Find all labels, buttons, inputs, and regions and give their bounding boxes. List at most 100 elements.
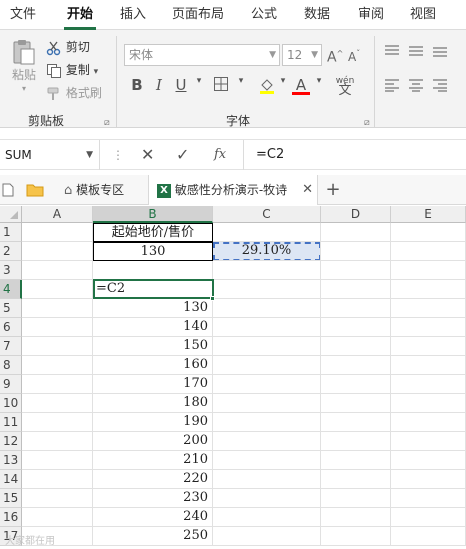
align-middle-button[interactable] (408, 44, 424, 61)
cell-b14[interactable]: 220 (93, 470, 213, 489)
cell-a2[interactable] (22, 242, 93, 261)
menu-page-layout[interactable]: 页面布局 (168, 0, 228, 30)
cell-a4[interactable] (22, 280, 93, 299)
cell-c16[interactable] (213, 508, 321, 527)
add-tab-button[interactable]: + (322, 175, 344, 205)
font-color-button[interactable]: A (292, 76, 310, 95)
cell-c1[interactable] (213, 223, 321, 242)
italic-button[interactable]: I (150, 76, 168, 94)
cell-d13[interactable] (321, 451, 391, 470)
cell-a9[interactable] (22, 375, 93, 394)
cell-c8[interactable] (213, 356, 321, 375)
cell-b12[interactable]: 200 (93, 432, 213, 451)
cell-c15[interactable] (213, 489, 321, 508)
menu-data[interactable]: 数据 (298, 0, 336, 30)
cell-c3[interactable] (213, 261, 321, 280)
cell-c7[interactable] (213, 337, 321, 356)
cut-button[interactable]: 剪切 (46, 38, 90, 56)
cell-b10[interactable]: 180 (93, 394, 213, 413)
column-header-e[interactable]: E (391, 206, 466, 223)
cell-a1[interactable] (22, 223, 93, 242)
cell-a15[interactable] (22, 489, 93, 508)
menu-view[interactable]: 视图 (404, 0, 442, 30)
cell-c6[interactable] (213, 318, 321, 337)
row-header[interactable]: 4 (0, 280, 22, 299)
underline-button[interactable]: U (172, 76, 190, 94)
cell-d12[interactable] (321, 432, 391, 451)
align-center-button[interactable] (408, 78, 424, 95)
tab-template[interactable]: ⌂ 模板专区 (58, 175, 148, 205)
fill-color-dropdown-icon[interactable]: ▾ (274, 76, 292, 86)
cell-e10[interactable] (391, 394, 466, 413)
cell-b11[interactable]: 190 (93, 413, 213, 432)
align-right-button[interactable] (432, 78, 448, 95)
insert-function-button[interactable]: fx (214, 140, 226, 170)
close-icon[interactable]: ✕ (302, 175, 313, 205)
cell-e1[interactable] (391, 223, 466, 242)
cell-e11[interactable] (391, 413, 466, 432)
cell-b13[interactable]: 210 (93, 451, 213, 470)
cell-d5[interactable] (321, 299, 391, 318)
cell-c13[interactable] (213, 451, 321, 470)
font-size-select[interactable]: 12 ▼ (282, 44, 322, 66)
font-name-select[interactable]: 宋体 ▼ (124, 44, 280, 66)
cell-b5[interactable]: 130 (93, 299, 213, 318)
row-header[interactable]: 12 (0, 432, 22, 451)
cell-a13[interactable] (22, 451, 93, 470)
cell-a11[interactable] (22, 413, 93, 432)
cell-e16[interactable] (391, 508, 466, 527)
menu-file[interactable]: 文件 (4, 0, 42, 30)
row-header[interactable]: 7 (0, 337, 22, 356)
fill-handle[interactable] (210, 296, 215, 301)
cell-c9[interactable] (213, 375, 321, 394)
cell-d14[interactable] (321, 470, 391, 489)
cell-d10[interactable] (321, 394, 391, 413)
cell-e7[interactable] (391, 337, 466, 356)
clipboard-launcher-icon[interactable]: ⧄ (104, 118, 110, 128)
cancel-button[interactable]: ✕ (141, 140, 154, 170)
cell-a16[interactable] (22, 508, 93, 527)
cell-e9[interactable] (391, 375, 466, 394)
cell-c12[interactable] (213, 432, 321, 451)
cell-d15[interactable] (321, 489, 391, 508)
cell-a5[interactable] (22, 299, 93, 318)
cell-e17[interactable] (391, 527, 466, 546)
cell-d16[interactable] (321, 508, 391, 527)
row-header[interactable]: 16 (0, 508, 22, 527)
shrink-font-button[interactable]: Aˇ (348, 45, 360, 66)
cell-b2[interactable]: 130 (93, 242, 213, 261)
cell-a12[interactable] (22, 432, 93, 451)
phonetic-button[interactable]: wén 文 (332, 76, 358, 97)
borders-button[interactable] (212, 76, 230, 96)
align-bottom-button[interactable] (432, 44, 448, 61)
cell-b7[interactable]: 150 (93, 337, 213, 356)
cell-e8[interactable] (391, 356, 466, 375)
cell-e6[interactable] (391, 318, 466, 337)
cell-d6[interactable] (321, 318, 391, 337)
cell-a3[interactable] (22, 261, 93, 280)
cell-c10[interactable] (213, 394, 321, 413)
column-header-a[interactable]: A (22, 206, 93, 223)
row-header[interactable]: 2 (0, 242, 22, 261)
cell-d9[interactable] (321, 375, 391, 394)
underline-dropdown-icon[interactable]: ▾ (190, 76, 208, 86)
cell-d11[interactable] (321, 413, 391, 432)
borders-dropdown-icon[interactable]: ▾ (232, 76, 250, 86)
font-color-dropdown-icon[interactable]: ▾ (310, 76, 328, 86)
cell-b17[interactable]: 250 (93, 527, 213, 546)
document-icon[interactable] (2, 175, 18, 205)
align-top-button[interactable] (384, 44, 400, 61)
column-header-c[interactable]: C (213, 206, 321, 223)
font-launcher-icon[interactable]: ⧄ (364, 118, 370, 128)
cell-b3[interactable] (93, 261, 213, 280)
select-all-corner[interactable] (0, 206, 22, 223)
cell-a14[interactable] (22, 470, 93, 489)
cell-d3[interactable] (321, 261, 391, 280)
cell-e3[interactable] (391, 261, 466, 280)
row-header[interactable]: 6 (0, 318, 22, 337)
row-header[interactable]: 11 (0, 413, 22, 432)
align-left-button[interactable] (384, 78, 400, 95)
row-header[interactable]: 1 (0, 223, 22, 242)
cell-d8[interactable] (321, 356, 391, 375)
cell-b16[interactable]: 240 (93, 508, 213, 527)
